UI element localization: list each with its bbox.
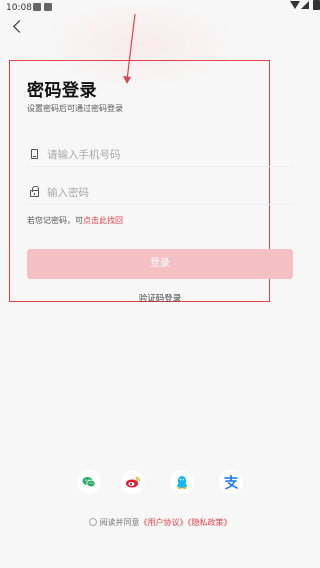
phone-input[interactable] [47,145,277,165]
forgot-password-hint: 若您记密码，可点击此找回 [27,215,123,226]
page-subtitle: 设置密码后可通过密码登录 [27,104,123,113]
sms-code-login-link[interactable]: 验证码登录 [0,292,320,304]
forgot-password-prefix: 若您记密码，可 [27,216,83,225]
privacy-policy-link[interactable]: 《隐私政策》 [188,518,232,527]
page-title: 密码登录 [27,81,97,101]
alipay-icon[interactable] [219,470,243,494]
password-field [27,181,293,205]
phone-field [27,143,293,167]
agree-radio[interactable] [88,518,97,526]
agreement-row: 阅读并同意《用户协议》《隐私政策》 [0,517,320,528]
wechat-icon[interactable] [77,470,101,494]
agreement-prefix: 阅读并同意 [99,518,140,527]
login-screen: 10:08 密码登录 设置密码后可通过密码登录 若您记密码，可点击此找回 登录 … [0,0,320,568]
weibo-icon[interactable] [121,470,145,494]
password-input[interactable] [47,183,277,203]
user-agreement-link[interactable]: 《用户协议》 [140,518,188,527]
forgot-password-link[interactable]: 点击此找回 [83,216,123,225]
login-button[interactable]: 登录 [27,249,293,279]
qq-icon[interactable] [170,470,194,494]
phone-icon [31,149,38,159]
lock-icon [30,186,39,197]
